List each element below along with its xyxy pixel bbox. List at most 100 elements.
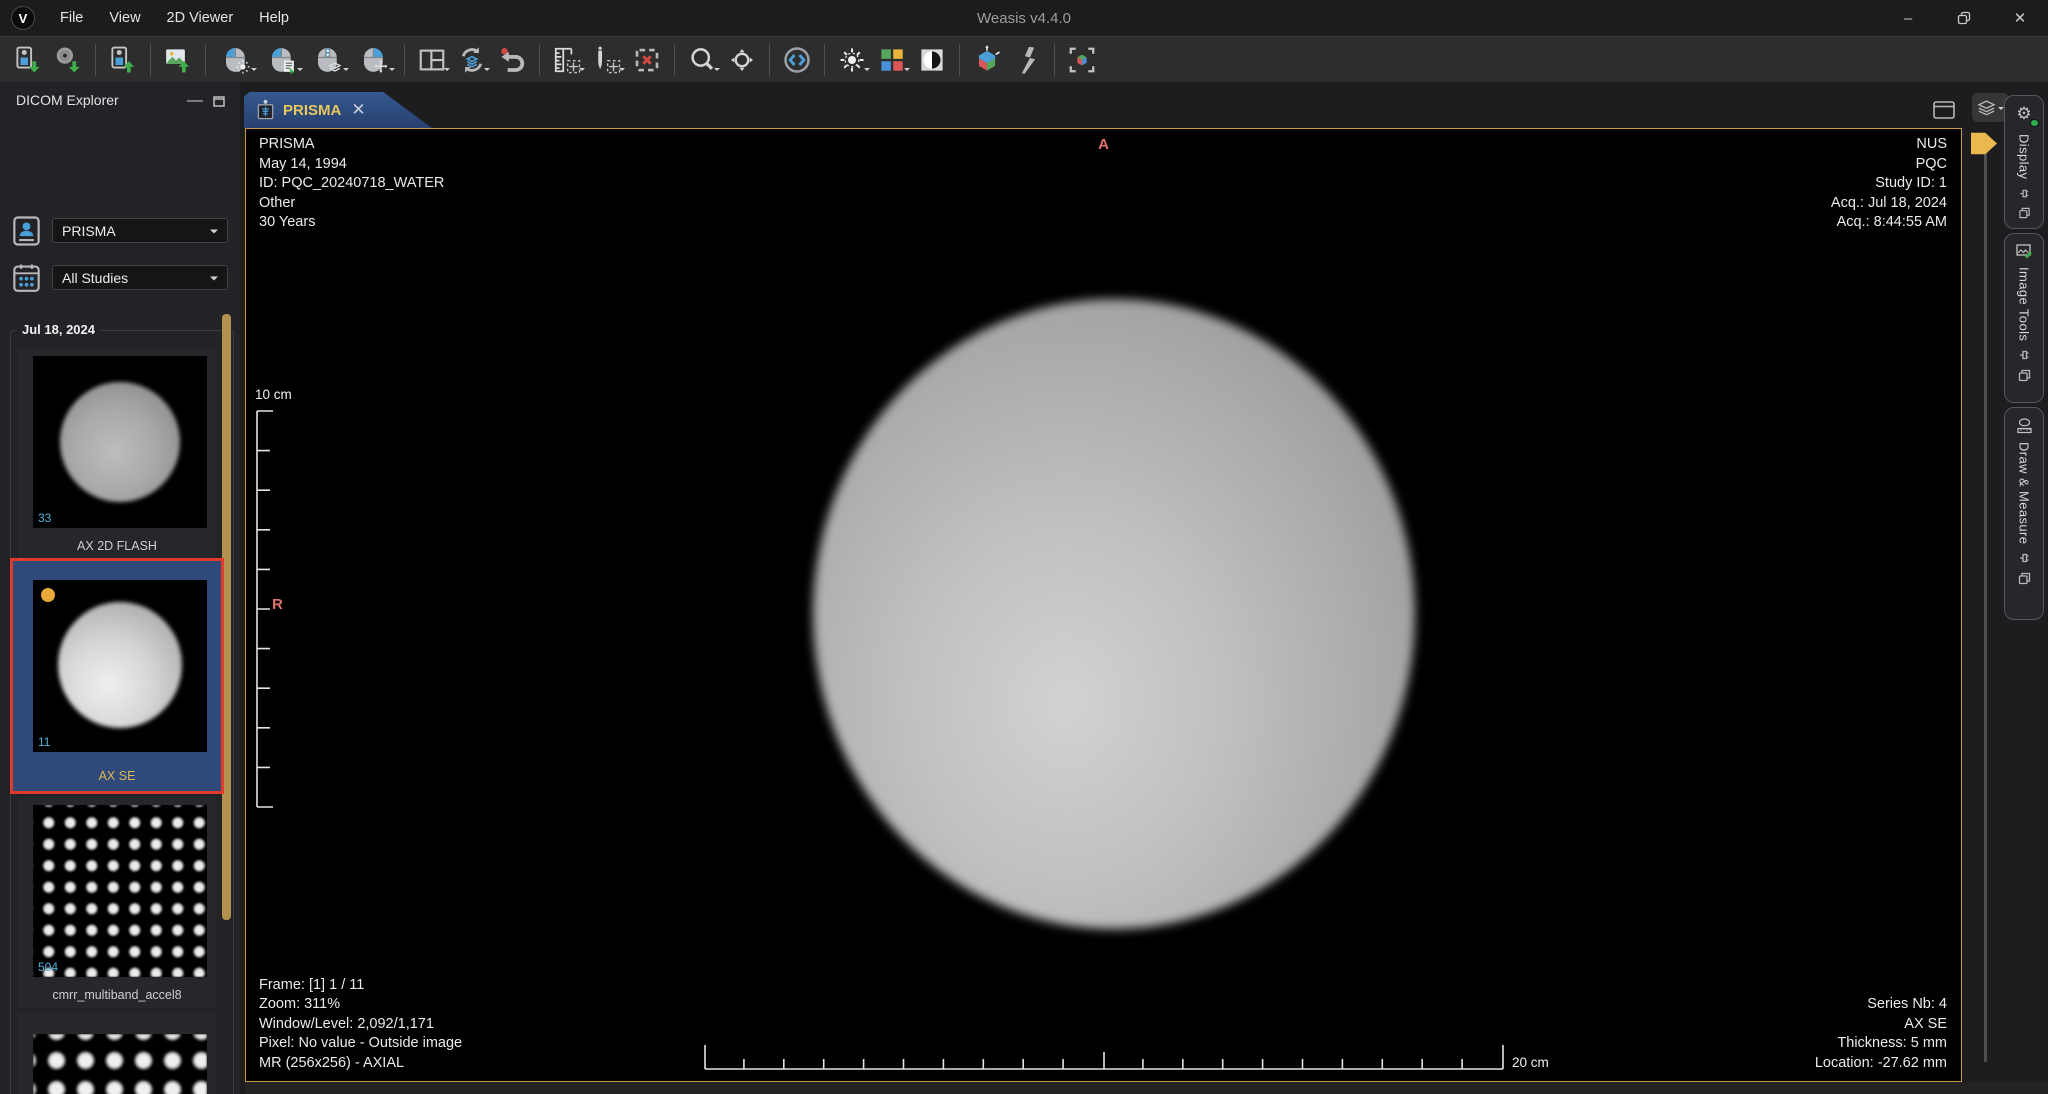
dicom-explorer-header: DICOM Explorer —	[0, 86, 240, 116]
pan-zoom-navigation-button[interactable]	[722, 39, 762, 81]
crosshair-mode-button[interactable]	[777, 39, 817, 81]
invert-lut-button[interactable]	[912, 39, 952, 81]
close-button[interactable]: ✕	[1992, 0, 2048, 36]
pin-icon[interactable]	[2018, 552, 2030, 564]
expand-layout-button[interactable]	[1932, 100, 1956, 120]
menu-file[interactable]: File	[47, 0, 96, 36]
tab-draw-measure[interactable]: Draw & Measure	[2004, 407, 2044, 620]
overlay-bottom-right: Series Nb: 4 AX SE Thickness: 5 mm Locat…	[1815, 995, 1947, 1073]
pin-icon[interactable]	[2018, 188, 2030, 199]
export-dicom-icon	[108, 45, 138, 75]
dicom-explorer-title: DICOM Explorer	[16, 92, 119, 108]
study-date-label: Jul 18, 2024	[17, 322, 100, 337]
phantom-dot-grid	[33, 1034, 207, 1094]
series-slider-track[interactable]	[1984, 152, 1987, 1062]
toolbar-separator	[769, 44, 770, 76]
import-cd-button[interactable]	[48, 39, 88, 81]
volume-tools-button[interactable]	[1007, 39, 1047, 81]
patient-sex: Other	[259, 194, 444, 214]
window-level-icon	[837, 45, 867, 75]
crosshair-mode-icon	[782, 45, 812, 75]
menu-help[interactable]: Help	[246, 0, 302, 36]
overlay-bottom-left: Frame: [1] 1 / 11 Zoom: 311% Window/Leve…	[259, 976, 462, 1074]
draw-measure-icon	[2016, 417, 2033, 434]
birth-date: May 14, 1994	[259, 155, 444, 175]
mouse-left-context-menu-button[interactable]	[259, 39, 305, 81]
series-image: 504	[33, 805, 207, 977]
panel-divider	[240, 82, 245, 1094]
detach-window-icon[interactable]	[2018, 207, 2031, 219]
toolbar-separator	[150, 44, 151, 76]
series-label: AX SE	[13, 769, 221, 783]
patient-icon	[13, 216, 40, 246]
series-instance-count: 11	[38, 735, 50, 749]
tab-draw-measure-label: Draw & Measure	[2017, 442, 2032, 544]
draw-tools-icon	[592, 45, 622, 75]
series-thumbnail-partial[interactable]	[18, 1012, 216, 1094]
series-thumbnail-cmrr-multiband[interactable]: 504 cmrr_multiband_accel8	[18, 796, 216, 1008]
study-select[interactable]: All Studies	[52, 265, 228, 290]
toolbar-separator	[674, 44, 675, 76]
measurement-tools-button[interactable]	[547, 39, 587, 81]
chevron-down-icon	[210, 276, 218, 284]
acquisition-time: Acq.: 8:44:55 AM	[1831, 213, 1947, 233]
acquisition-date: Acq.: Jul 18, 2024	[1831, 194, 1947, 214]
reset-button[interactable]	[492, 39, 532, 81]
panel-maximize-button[interactable]	[210, 94, 228, 108]
series-thumbnail-ax-se-selected[interactable]: 11 AX SE	[10, 558, 224, 794]
series-slider-handle[interactable]	[1971, 130, 1997, 157]
frame-info: Frame: [1] 1 / 11	[259, 976, 462, 996]
mpr-3d-button[interactable]	[967, 39, 1007, 81]
patient-select[interactable]: PRISMA	[52, 218, 228, 243]
mouse-left-window-level-button[interactable]	[213, 39, 259, 81]
color-lut-button[interactable]	[872, 39, 912, 81]
viewer-tab-label: PRISMA	[283, 102, 341, 119]
panel-minimize-button[interactable]: —	[186, 94, 204, 108]
series-instance-count: 33	[38, 511, 51, 525]
menu-view[interactable]: View	[96, 0, 153, 36]
synchronize-button[interactable]	[452, 39, 492, 81]
layout-button[interactable]	[412, 39, 452, 81]
calendar-icon	[13, 263, 40, 293]
mouse-middle-series-scroll-icon	[313, 45, 343, 75]
mouse-middle-series-scroll-button[interactable]	[305, 39, 351, 81]
viewport[interactable]: PRISMA May 14, 1994 ID: PQC_20240718_WAT…	[245, 128, 1962, 1082]
pixel-info: Pixel: No value - Outside image	[259, 1034, 462, 1054]
minimize-button[interactable]: –	[1880, 0, 1936, 36]
measurement-tools-icon	[552, 45, 582, 75]
tab-image-tools[interactable]: Image Tools	[2004, 233, 2044, 403]
export-dicom-button[interactable]	[103, 39, 143, 81]
weasis-logo-icon: V	[11, 6, 35, 30]
restore-button[interactable]	[1936, 0, 1992, 36]
import-dicom-button[interactable]	[8, 39, 48, 81]
detach-window-icon[interactable]	[2018, 572, 2031, 585]
phantom-dot-grid	[33, 805, 207, 977]
export-image-button[interactable]	[158, 39, 198, 81]
import-cd-icon	[53, 45, 83, 75]
delete-selection-button[interactable]	[627, 39, 667, 81]
zoom-button[interactable]	[682, 39, 722, 81]
tab-close-icon[interactable]: ✕	[351, 100, 365, 120]
tab-display[interactable]: ⚙ Display	[2004, 95, 2044, 229]
viewer-tab-prisma[interactable]: PRISMA ✕	[244, 92, 432, 128]
synchronize-icon	[457, 45, 487, 75]
detach-window-icon[interactable]	[2018, 369, 2031, 382]
menu-2d-viewer[interactable]: 2D Viewer	[154, 0, 247, 36]
mouse-right-pan-button[interactable]	[351, 39, 397, 81]
color-lut-icon	[877, 45, 907, 75]
draw-tools-button[interactable]	[587, 39, 627, 81]
window-title: Weasis v4.4.0	[0, 10, 2048, 27]
panel-maximize-icon	[213, 96, 225, 107]
series-thumbnail-ax-2d-flash[interactable]: 33 AX 2D FLASH	[18, 350, 216, 559]
series-image: 33	[33, 356, 207, 528]
pin-icon[interactable]	[2018, 349, 2030, 361]
menu-file-label: File	[60, 10, 83, 26]
series-label: cmrr_multiband_accel8	[18, 988, 216, 1002]
study-description: PQC	[1831, 155, 1947, 175]
cube-3d-orientation-button[interactable]	[1062, 39, 1102, 81]
restore-icon	[1957, 11, 1971, 25]
layout-icon	[417, 45, 447, 75]
window-level-button[interactable]	[832, 39, 872, 81]
menu-bar: V File View 2D Viewer Help Weasis v4.4.0…	[0, 0, 2048, 36]
toolbar	[0, 36, 2048, 82]
